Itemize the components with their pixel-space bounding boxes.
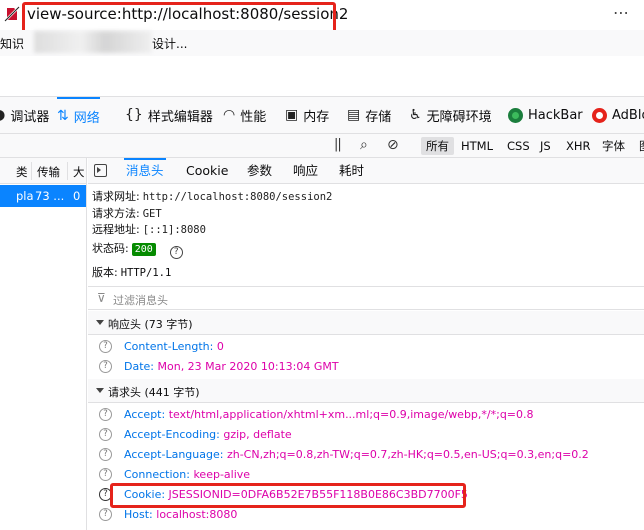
- header-row: ? Accept-Encoding: gzip, deflate: [88, 425, 644, 445]
- collapse-triangle-icon: [96, 388, 104, 393]
- tab-adblock[interactable]: AdBlo: [592, 97, 644, 133]
- request-details-panel: 消息头 Cookie 参数 响应 耗时 请求网址: http://localhos…: [88, 158, 644, 530]
- url-bar: view-source:http://localhost:8080/sessio…: [0, 0, 644, 35]
- bookmark-item[interactable]: 设计...: [152, 35, 187, 52]
- storage-icon: ▤: [347, 107, 361, 123]
- clear-icon[interactable]: ⊘: [387, 137, 399, 153]
- filter-css[interactable]: CSS: [502, 137, 535, 155]
- remote-address: [::1]:8080: [142, 224, 206, 236]
- tab-memory[interactable]: ▣ 内存: [285, 97, 329, 133]
- request-list: 类 传输 大 pla 73 ... 0 s: [0, 158, 87, 530]
- status-badge: 200: [131, 242, 156, 256]
- request-row[interactable]: pla 73 ... 0 s: [0, 185, 86, 217]
- toggle-sidebar-icon[interactable]: [94, 164, 107, 177]
- header-row: ? Accept: text/html,application/xhtml+xm…: [88, 405, 644, 425]
- request-url: http://localhost:8080/session2: [142, 191, 333, 203]
- help-icon[interactable]: ?: [99, 468, 112, 481]
- tab-cookies[interactable]: Cookie: [184, 158, 230, 184]
- help-icon[interactable]: ?: [99, 360, 112, 373]
- filter-headers-bar[interactable]: ⊽ 过滤消息头: [88, 286, 644, 310]
- header-row: ? Connection: keep-alive: [88, 465, 644, 485]
- page-content: [0, 56, 644, 97]
- header-row: ? Host: localhost:8080: [88, 505, 644, 525]
- cookie-highlight-box: [110, 483, 466, 508]
- accessibility-icon: ♿: [409, 107, 422, 123]
- bookmark-item[interactable]: 知识: [0, 35, 24, 52]
- column-transferred[interactable]: 传输: [37, 164, 60, 180]
- tracking-protection-icon[interactable]: [4, 6, 20, 22]
- request-list-header: 类 传输 大: [0, 158, 86, 184]
- tab-response[interactable]: 响应: [291, 158, 320, 184]
- tab-style-editor[interactable]: {} 样式编辑器: [125, 97, 213, 133]
- hackbar-icon: [508, 107, 523, 123]
- network-toolbar: || ⌕ ⊘ 所有 HTML CSS JS XHR 字体 图: [0, 134, 644, 158]
- column-size[interactable]: 大: [73, 164, 85, 180]
- column-type[interactable]: 类: [16, 164, 28, 180]
- filter-fonts[interactable]: 字体: [597, 137, 630, 155]
- tab-accessibility[interactable]: ♿ 无障碍环境: [409, 97, 492, 133]
- tab-network[interactable]: ⇅ 网络: [57, 97, 100, 133]
- header-row: ? Content-Length: 0: [88, 337, 644, 357]
- braces-icon: {}: [125, 107, 143, 123]
- collapse-triangle-icon: [96, 320, 104, 325]
- blurred-bookmark: [34, 31, 152, 53]
- request-summary: 请求网址: http://localhost:8080/session2 请求方法…: [92, 190, 333, 259]
- pause-icon[interactable]: ||: [334, 137, 342, 152]
- filter-all[interactable]: 所有: [421, 137, 454, 155]
- header-row: ? Date: Mon, 23 Mar 2020 10:13:04 GMT: [88, 357, 644, 377]
- filter-html[interactable]: HTML: [456, 137, 498, 155]
- request-type: pla: [16, 189, 34, 203]
- help-icon[interactable]: ?: [99, 408, 112, 421]
- help-icon[interactable]: ?: [99, 508, 112, 521]
- bookmarks-bar: 知识 设计...: [0, 30, 644, 56]
- tab-params[interactable]: 参数: [245, 158, 274, 184]
- adblock-icon: [592, 107, 607, 123]
- devtools-toolbox-tabs: ◗ 调试器 ⇅ 网络 {} 样式编辑器 ◠ 性能 ▣ 内存 ▤ 存储 ♿ 无障碍…: [0, 97, 644, 134]
- memory-chip-icon: ▣: [285, 107, 299, 123]
- details-tabs: 消息头 Cookie 参数 响应 耗时: [88, 158, 644, 184]
- filter-headers-input[interactable]: 过滤消息头: [113, 292, 168, 308]
- tab-hackbar[interactable]: HackBar: [508, 97, 583, 133]
- tab-debugger[interactable]: ◗ 调试器: [0, 97, 49, 133]
- filter-xhr[interactable]: XHR: [561, 137, 596, 155]
- response-headers-section[interactable]: 响应头 (73 字节): [88, 311, 644, 335]
- tab-performance[interactable]: ◠ 性能: [223, 97, 266, 133]
- tab-headers[interactable]: 消息头: [124, 158, 166, 184]
- tab-storage[interactable]: ▤ 存储: [347, 97, 391, 133]
- gauge-icon: ◠: [223, 107, 236, 123]
- request-size: 0 s: [73, 189, 81, 217]
- request-transferred: 73 ...: [35, 189, 65, 203]
- network-arrows-icon: ⇅: [57, 108, 69, 124]
- help-icon[interactable]: ?: [99, 448, 112, 461]
- filter-js[interactable]: JS: [535, 137, 556, 155]
- filter-icon: ⊽: [97, 291, 106, 305]
- filter-images[interactable]: 图: [634, 137, 644, 155]
- request-method: GET: [142, 207, 162, 220]
- debugger-icon: ◗: [0, 107, 6, 123]
- http-version: 版本: HTTP/1.1: [92, 266, 172, 279]
- page-actions-menu-icon[interactable]: ⋯: [613, 3, 630, 22]
- tab-timings[interactable]: 耗时: [337, 158, 366, 184]
- help-icon[interactable]: ?: [99, 428, 112, 441]
- request-headers-section[interactable]: 请求头 (441 字节): [88, 379, 644, 403]
- help-icon[interactable]: ?: [99, 340, 112, 353]
- search-icon[interactable]: ⌕: [360, 137, 368, 153]
- header-row: ? Accept-Language: zh-CN,zh;q=0.8,zh-TW;…: [88, 445, 644, 465]
- help-icon[interactable]: ?: [169, 245, 183, 259]
